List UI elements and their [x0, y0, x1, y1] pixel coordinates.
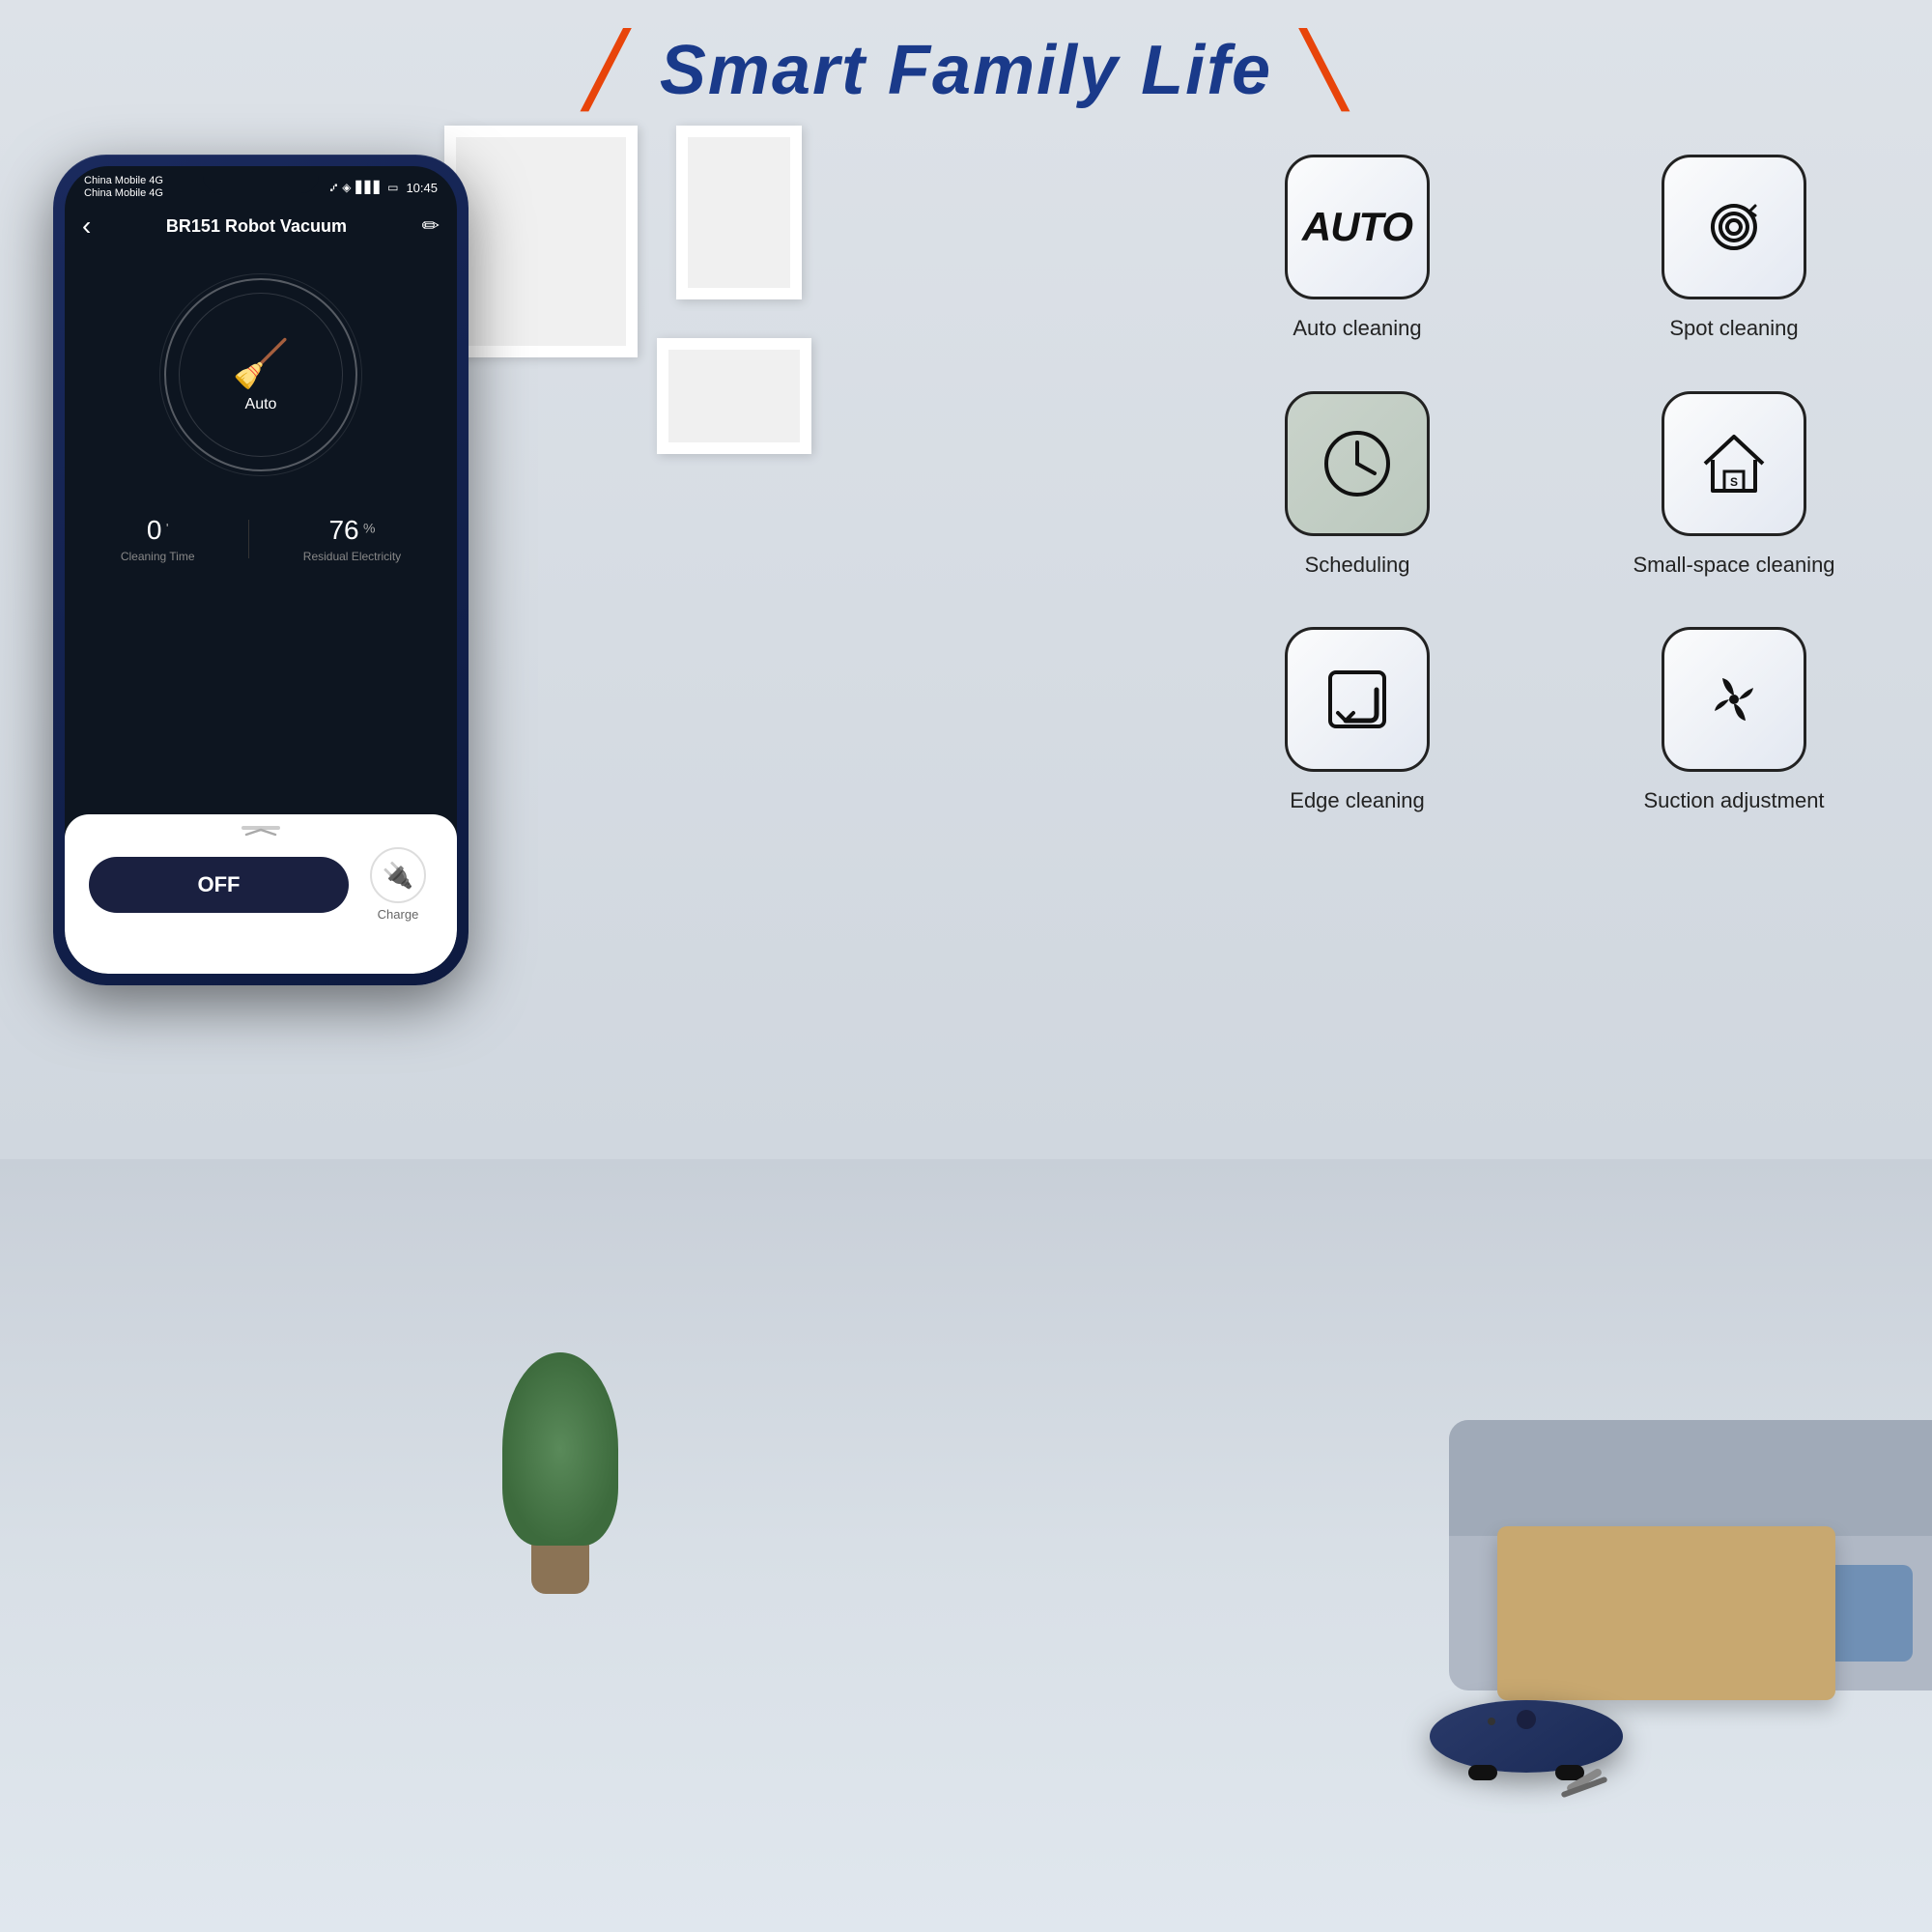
feature-scheduling: Scheduling: [1208, 391, 1507, 580]
feature-icon-spot: [1662, 155, 1806, 299]
vacuum-broom-icon: 🧹: [232, 336, 290, 391]
bottom-panel: OFF 🔌 Charge: [65, 814, 457, 974]
spiral-svg-icon: [1695, 188, 1773, 266]
picture-frame-3: [657, 338, 811, 454]
robot-top-sensor: [1517, 1710, 1536, 1729]
feature-icon-small-space: S: [1662, 391, 1806, 536]
wifi-icon: ◈: [342, 181, 351, 194]
feature-label-scheduling: Scheduling: [1305, 552, 1410, 580]
electricity-number: 76: [328, 515, 358, 545]
feature-icon-suction: [1662, 627, 1806, 772]
house-svg-icon: S: [1695, 425, 1773, 502]
slash-left-icon: ╱: [585, 32, 629, 109]
battery-icon: ▭: [387, 181, 398, 194]
feature-label-small-space: Small-space cleaning: [1633, 552, 1834, 580]
cleaning-time-number: 0: [147, 515, 162, 545]
carrier2-label: China Mobile 4G: [84, 187, 163, 200]
coffee-table: [1497, 1526, 1835, 1700]
picture-frame-2: [676, 126, 802, 299]
stats-row: 0 ' Cleaning Time 76 % Residual Electric…: [65, 500, 457, 578]
robot-body: [1430, 1700, 1623, 1773]
carrier1-label: China Mobile 4G: [84, 175, 163, 187]
vacuum-display[interactable]: 🧹 Auto: [150, 264, 372, 486]
cleaning-time-stat: 0 ' Cleaning Time: [121, 515, 195, 563]
charge-button[interactable]: 🔌 Charge: [363, 847, 433, 922]
feature-icon-scheduling: [1285, 391, 1430, 536]
feature-edge-cleaning: Edge cleaning: [1208, 627, 1507, 815]
status-icons: ⑇ ◈ ▋▋▋ ▭ 10:45: [330, 181, 438, 195]
picture-frame-1: [444, 126, 638, 357]
plant-leaves: [502, 1352, 618, 1546]
phone-container: China Mobile 4G China Mobile 4G ⑇ ◈ ▋▋▋ …: [53, 155, 469, 985]
title-area: ╱ Smart Family Life ╲: [0, 29, 1932, 110]
page-title: ╱ Smart Family Life ╲: [0, 29, 1932, 110]
edge-svg-icon: [1319, 661, 1396, 738]
edit-button[interactable]: ✏: [422, 213, 440, 239]
features-area: AUTO Auto cleaning Spot cleaning: [1208, 155, 1884, 815]
robot-wheels: [1468, 1765, 1584, 1780]
cleaning-time-unit: ': [166, 521, 169, 536]
feature-label-auto: Auto cleaning: [1293, 315, 1421, 343]
feature-spot-cleaning: Spot cleaning: [1584, 155, 1884, 343]
bottom-controls: OFF 🔌 Charge: [89, 847, 433, 922]
electricity-label: Residual Electricity: [303, 550, 401, 563]
phone-screen: China Mobile 4G China Mobile 4G ⑇ ◈ ▋▋▋ …: [65, 166, 457, 974]
electricity-unit: %: [363, 521, 375, 536]
features-grid: AUTO Auto cleaning Spot cleaning: [1208, 155, 1884, 815]
feature-label-edge: Edge cleaning: [1290, 787, 1424, 815]
drag-handle[interactable]: [242, 826, 280, 830]
status-time: 10:45: [406, 181, 438, 195]
charge-plug-icon: 🔌: [383, 861, 413, 891]
feature-suction: Suction adjustment: [1584, 627, 1884, 815]
fan-svg-icon: [1695, 661, 1773, 738]
bluetooth-icon: ⑇: [330, 181, 337, 194]
feature-label-spot: Spot cleaning: [1669, 315, 1798, 343]
clock-svg-icon: [1319, 425, 1396, 502]
cleaning-time-label: Cleaning Time: [121, 550, 195, 563]
off-button[interactable]: OFF: [89, 857, 349, 913]
feature-small-space: S Small-space cleaning: [1584, 391, 1884, 580]
app-header: ‹ BR151 Robot Vacuum ✏: [65, 203, 457, 249]
stats-divider: [248, 520, 249, 558]
title-text: Smart Family Life: [660, 32, 1272, 109]
robot-sensor: [1488, 1718, 1495, 1725]
auto-text-icon: AUTO: [1302, 204, 1412, 250]
vacuum-mode-label: Auto: [245, 396, 277, 413]
charge-icon-circle: 🔌: [370, 847, 426, 903]
electricity-stat: 76 % Residual Electricity: [303, 515, 401, 563]
slash-right-icon: ╲: [1303, 32, 1347, 109]
feature-label-suction: Suction adjustment: [1643, 787, 1824, 815]
cleaning-time-value-display: 0 ': [121, 515, 195, 546]
robot-vacuum-floor: [1430, 1700, 1623, 1777]
vacuum-center: 🧹 Auto: [232, 336, 290, 413]
back-button[interactable]: ‹: [82, 211, 91, 242]
plant: [502, 1352, 618, 1594]
signal-icon: ▋▋▋: [355, 181, 383, 194]
phone-outer: China Mobile 4G China Mobile 4G ⑇ ◈ ▋▋▋ …: [53, 155, 469, 985]
carrier-info: China Mobile 4G China Mobile 4G: [84, 175, 163, 200]
feature-icon-edge: [1285, 627, 1430, 772]
app-title: BR151 Robot Vacuum: [91, 216, 421, 237]
feature-auto-cleaning: AUTO Auto cleaning: [1208, 155, 1507, 343]
sofa-back: [1449, 1420, 1932, 1536]
charge-label: Charge: [378, 907, 419, 922]
feature-icon-auto: AUTO: [1285, 155, 1430, 299]
svg-text:S: S: [1730, 475, 1738, 489]
phone-notch: [203, 166, 319, 193]
electricity-value-display: 76 %: [303, 515, 401, 546]
wheel-left: [1468, 1765, 1497, 1780]
